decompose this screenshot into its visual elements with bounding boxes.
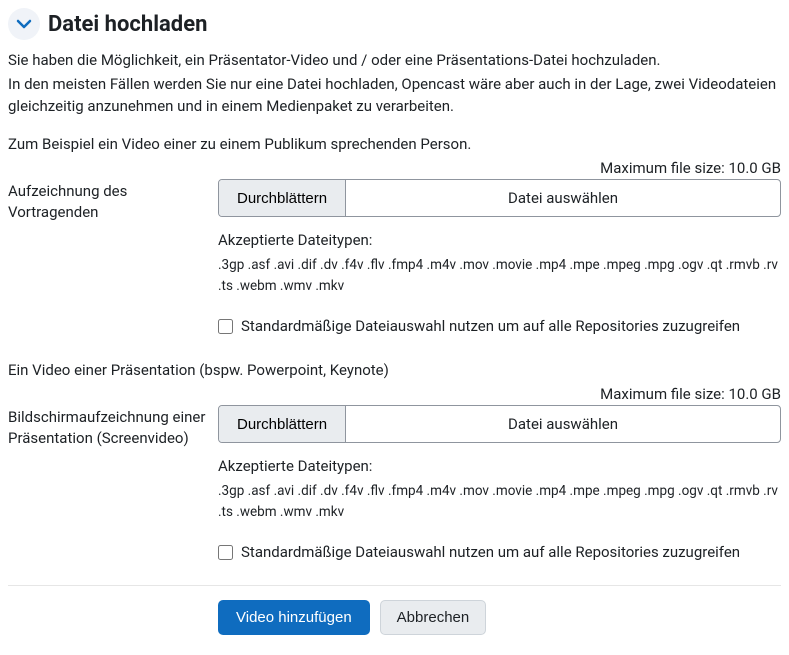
presentation-field-label: Bildschirmaufzeichnung einer Präsentatio… — [8, 385, 218, 448]
section-title: Datei hochladen — [48, 12, 207, 37]
presentation-max-size: Maximum file size: 10.0 GB — [218, 385, 781, 403]
presenter-repo-checkbox-label: Standardmäßige Dateiauswahl nutzen um au… — [241, 317, 740, 335]
presenter-max-size: Maximum file size: 10.0 GB — [218, 159, 781, 177]
cancel-button[interactable]: Abbrechen — [380, 600, 487, 635]
divider — [8, 585, 781, 586]
presenter-repo-checkbox[interactable] — [218, 319, 233, 334]
presenter-field-label: Aufzeichnung des Vortragenden — [8, 159, 218, 222]
presentation-accepted-types: .3gp .asf .avi .dif .dv .f4v .flv .fmp4 … — [218, 481, 781, 521]
presenter-file-display[interactable]: Datei auswählen — [346, 180, 780, 216]
presenter-example-text: Zum Beispiel ein Video einer zu einem Pu… — [8, 135, 781, 153]
intro-line-2: In den meisten Fällen werden Sie nur ein… — [8, 74, 781, 118]
presentation-file-picker: Durchblättern Datei auswählen — [218, 405, 781, 443]
presenter-browse-button[interactable]: Durchblättern — [219, 180, 346, 216]
chevron-down-icon — [16, 16, 32, 32]
add-video-button[interactable]: Video hinzufügen — [218, 600, 370, 635]
presenter-accepted-types: .3gp .asf .avi .dif .dv .f4v .flv .fmp4 … — [218, 255, 781, 295]
collapse-toggle[interactable] — [8, 8, 40, 40]
presenter-file-picker: Durchblättern Datei auswählen — [218, 179, 781, 217]
intro-line-1: Sie haben die Möglichkeit, ein Präsentat… — [8, 50, 781, 72]
presentation-browse-button[interactable]: Durchblättern — [219, 406, 346, 442]
presentation-accepted-label: Akzeptierte Dateitypen: — [218, 457, 781, 475]
presentation-repo-checkbox-label: Standardmäßige Dateiauswahl nutzen um au… — [241, 543, 740, 561]
presentation-heading: Ein Video einer Präsentation (bspw. Powe… — [8, 361, 781, 379]
presentation-file-display[interactable]: Datei auswählen — [346, 406, 780, 442]
presenter-accepted-label: Akzeptierte Dateitypen: — [218, 231, 781, 249]
presentation-repo-checkbox[interactable] — [218, 545, 233, 560]
